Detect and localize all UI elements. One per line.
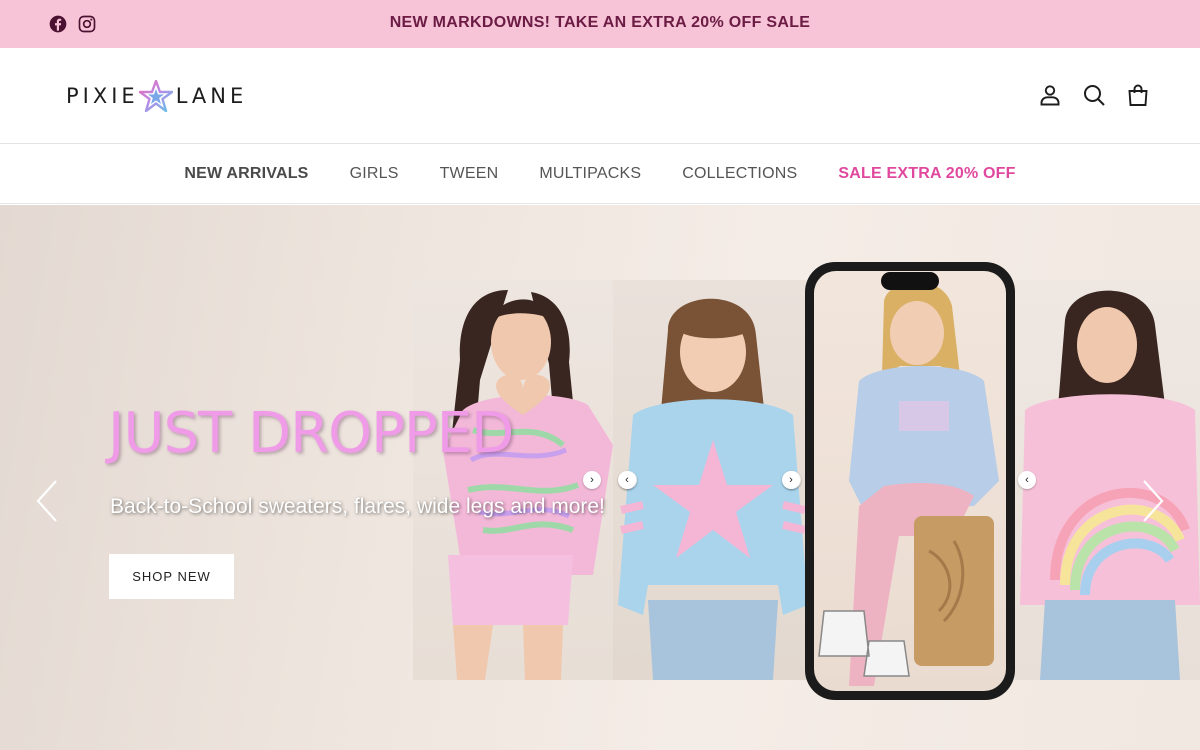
panel-prev-arrow[interactable]: ‹ xyxy=(1018,471,1036,489)
nav-item-collections[interactable]: COLLECTIONS xyxy=(682,165,797,183)
model-illustration xyxy=(818,281,999,686)
nav-item-sale[interactable]: SALE EXTRA 20% OFF xyxy=(838,165,1015,183)
nav-item-tween[interactable]: TWEEN xyxy=(440,165,499,183)
chevron-left-icon[interactable] xyxy=(32,477,62,525)
nav-item-multipacks[interactable]: MULTIPACKS xyxy=(539,165,641,183)
phone-mockup xyxy=(805,262,1015,700)
panel-next-arrow[interactable]: › xyxy=(583,471,601,489)
nav-item-girls[interactable]: GIRLS xyxy=(350,165,399,183)
main-nav: NEW ARRIVALS GIRLS TWEEN MULTIPACKS COLL… xyxy=(0,144,1200,204)
hero-slideshow: ‹ › › ‹ › xyxy=(0,205,1200,750)
search-icon[interactable] xyxy=(1082,83,1106,107)
panel-prev-arrow[interactable]: ‹ xyxy=(618,471,636,489)
star-logo-icon xyxy=(138,80,173,112)
model-illustration xyxy=(1020,290,1200,680)
logo-text-left: PIXIE xyxy=(66,84,139,108)
hero-image-star-sweater: ‹ › xyxy=(613,280,808,680)
hero-subtitle: Back-to-School sweaters, flares, wide le… xyxy=(110,495,605,518)
phone-notch xyxy=(881,272,939,290)
announcement-bar: NEW MARKDOWNS! TAKE AN EXTRA 20% OFF SAL… xyxy=(0,0,1200,48)
model-illustration xyxy=(618,298,808,680)
phone-screen xyxy=(814,271,1006,691)
logo[interactable]: PIXIE LANE xyxy=(66,80,247,112)
header-actions xyxy=(1038,83,1150,107)
chevron-right-icon[interactable] xyxy=(1138,477,1168,525)
hero-image-rainbow-sweater: ‹ xyxy=(1015,280,1200,680)
nav-item-new-arrivals[interactable]: NEW ARRIVALS xyxy=(184,165,308,183)
account-icon[interactable] xyxy=(1038,83,1062,107)
shop-new-button[interactable]: SHOP NEW xyxy=(109,554,234,599)
site-header: PIXIE LANE xyxy=(0,48,1200,144)
announcement-text[interactable]: NEW MARKDOWNS! TAKE AN EXTRA 20% OFF SAL… xyxy=(0,14,1200,32)
panel-next-arrow[interactable]: › xyxy=(782,471,800,489)
hero-title: JUST DROPPED xyxy=(108,401,514,466)
bag-icon[interactable] xyxy=(1126,83,1150,107)
logo-text-right: LANE xyxy=(175,84,248,108)
